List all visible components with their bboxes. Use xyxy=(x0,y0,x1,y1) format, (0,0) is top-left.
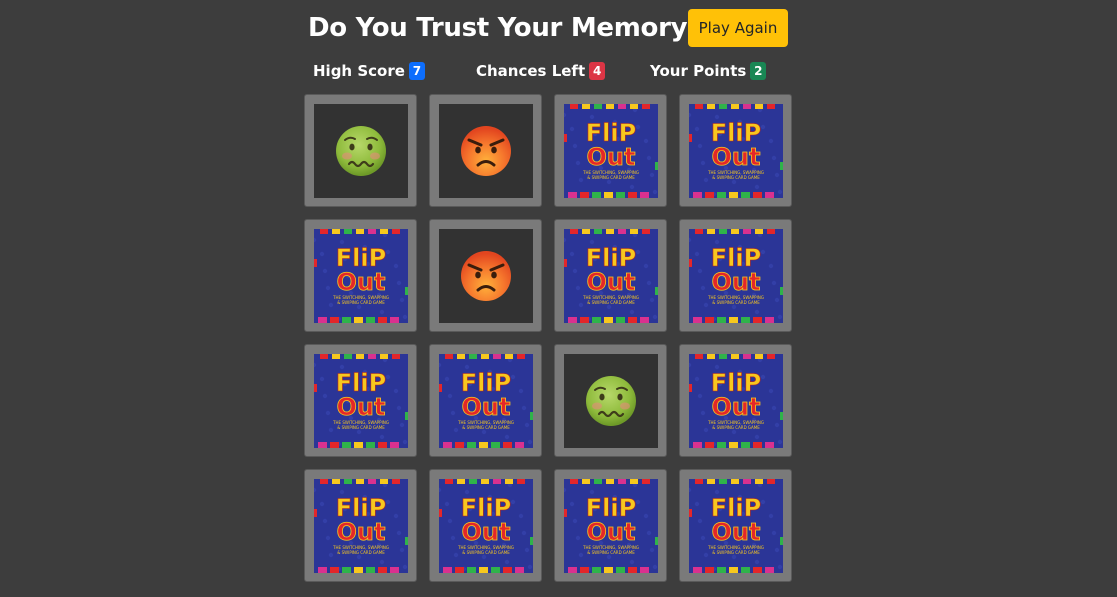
card-face-revealed xyxy=(564,354,658,448)
flip-out-logo-icon: FliPOutTHE SWITCHING, SWAPPING& SWIPING … xyxy=(564,229,658,323)
flip-out-logo-icon: FliPOutTHE SWITCHING, SWAPPING& SWIPING … xyxy=(689,104,783,198)
stats-bar: High Score 7 Chances Left 4 Your Points … xyxy=(0,60,1117,84)
logo-tagline-2: & SWIPING CARD GAME xyxy=(587,550,635,555)
flip-out-logo-icon: FliPOutTHE SWITCHING, SWAPPING& SWIPING … xyxy=(564,104,658,198)
memory-card[interactable]: FliP Out THE SWITCHING, SWAPPING & SWIPING … xyxy=(679,469,792,582)
memory-card[interactable] xyxy=(429,219,542,332)
card-face-revealed xyxy=(314,104,408,198)
logo-bottom-text: Out xyxy=(462,393,511,421)
logo-tagline-2: & SWIPING CARD GAME xyxy=(712,175,760,180)
logo-bottom-text: Out xyxy=(712,268,761,296)
logo-bottom-text: Out xyxy=(587,268,636,296)
memory-card[interactable]: FliP Out THE SWITCHING, SWAPPING & SWIPING … xyxy=(429,344,542,457)
card-back: FliP Out THE SWITCHING, SWAPPING & SWIPING … xyxy=(439,479,533,573)
logo-tagline-2: & SWIPING CARD GAME xyxy=(712,300,760,305)
card-back: FliP Out THE SWITCHING, SWAPPING & SWIPING … xyxy=(314,229,408,323)
memory-card[interactable] xyxy=(429,94,542,207)
card-grid: FliP Out THE SWITCHING, SWAPPING & SWIPING … xyxy=(304,94,793,583)
logo-bottom-text: Out xyxy=(712,143,761,171)
angry-face-icon xyxy=(461,251,511,301)
flip-out-logo-icon: FliPOutTHE SWITCHING, SWAPPING& SWIPING … xyxy=(314,229,408,323)
nauseated-face-icon xyxy=(586,376,636,426)
logo-bottom-text: Out xyxy=(587,518,636,546)
logo-bottom-text: Out xyxy=(337,393,386,421)
flip-out-logo-icon: FliPOutTHE SWITCHING, SWAPPING& SWIPING … xyxy=(564,479,658,573)
stat-label: Chances Left xyxy=(476,62,586,80)
chances-left-badge: 4 xyxy=(589,62,606,80)
flip-out-logo-icon: FliPOutTHE SWITCHING, SWAPPING& SWIPING … xyxy=(314,479,408,573)
flip-out-logo-icon: FliPOutTHE SWITCHING, SWAPPING& SWIPING … xyxy=(689,479,783,573)
logo-tagline-2: & SWIPING CARD GAME xyxy=(462,550,510,555)
flip-out-logo-icon: FliPOutTHE SWITCHING, SWAPPING& SWIPING … xyxy=(689,354,783,448)
memory-card[interactable]: FliP Out THE SWITCHING, SWAPPING & SWIPING … xyxy=(304,344,417,457)
stat-your-points: Your Points 2 xyxy=(650,60,767,82)
card-back: FliP Out THE SWITCHING, SWAPPING & SWIPING … xyxy=(314,479,408,573)
header: Do You Trust Your Memory ? Play Again xyxy=(0,0,1117,56)
memory-card[interactable]: FliP Out THE SWITCHING, SWAPPING & SWIPING … xyxy=(304,219,417,332)
logo-tagline-2: & SWIPING CARD GAME xyxy=(587,300,635,305)
memory-card[interactable]: FliP Out THE SWITCHING, SWAPPING & SWIPING … xyxy=(304,469,417,582)
memory-card[interactable]: FliP Out THE SWITCHING, SWAPPING & SWIPING … xyxy=(679,344,792,457)
play-again-button[interactable]: Play Again xyxy=(688,9,788,47)
logo-bottom-text: Out xyxy=(712,518,761,546)
memory-card[interactable] xyxy=(554,344,667,457)
flip-out-logo-icon: FliPOutTHE SWITCHING, SWAPPING& SWIPING … xyxy=(439,479,533,573)
card-back: FliP Out THE SWITCHING, SWAPPING & SWIPING … xyxy=(564,479,658,573)
card-face-revealed xyxy=(439,104,533,198)
flip-out-logo-icon: FliPOutTHE SWITCHING, SWAPPING& SWIPING … xyxy=(439,354,533,448)
card-back: FliP Out THE SWITCHING, SWAPPING & SWIPING … xyxy=(564,104,658,198)
card-back: FliP Out THE SWITCHING, SWAPPING & SWIPING … xyxy=(439,354,533,448)
stat-high-score: High Score 7 xyxy=(313,60,425,82)
logo-tagline-2: & SWIPING CARD GAME xyxy=(462,425,510,430)
logo-bottom-text: Out xyxy=(712,393,761,421)
logo-tagline-2: & SWIPING CARD GAME xyxy=(587,175,635,180)
card-back: FliP Out THE SWITCHING, SWAPPING & SWIPING … xyxy=(564,229,658,323)
memory-card[interactable]: FliP Out THE SWITCHING, SWAPPING & SWIPING … xyxy=(429,469,542,582)
logo-tagline-2: & SWIPING CARD GAME xyxy=(337,425,385,430)
logo-bottom-text: Out xyxy=(337,268,386,296)
logo-bottom-text: Out xyxy=(462,518,511,546)
logo-bottom-text: Out xyxy=(337,518,386,546)
card-back: FliP Out THE SWITCHING, SWAPPING & SWIPING … xyxy=(314,354,408,448)
logo-tagline-2: & SWIPING CARD GAME xyxy=(337,550,385,555)
high-score-badge: 7 xyxy=(408,62,425,80)
card-back: FliP Out THE SWITCHING, SWAPPING & SWIPING … xyxy=(689,479,783,573)
memory-card[interactable]: FliP Out THE SWITCHING, SWAPPING & SWIPING … xyxy=(679,219,792,332)
page-title: Do You Trust Your Memory ? xyxy=(308,13,711,43)
memory-card[interactable]: FliP Out THE SWITCHING, SWAPPING & SWIPING … xyxy=(554,219,667,332)
logo-tagline-2: & SWIPING CARD GAME xyxy=(712,425,760,430)
stat-label: High Score xyxy=(313,62,405,80)
stat-label: Your Points xyxy=(650,62,747,80)
memory-card[interactable]: FliP Out THE SWITCHING, SWAPPING & SWIPING … xyxy=(554,94,667,207)
logo-tagline-2: & SWIPING CARD GAME xyxy=(337,300,385,305)
angry-face-icon xyxy=(461,126,511,176)
card-face-revealed xyxy=(439,229,533,323)
your-points-badge: 2 xyxy=(750,62,767,80)
memory-card[interactable] xyxy=(304,94,417,207)
flip-out-logo-icon: FliPOutTHE SWITCHING, SWAPPING& SWIPING … xyxy=(689,229,783,323)
nauseated-face-icon xyxy=(336,126,386,176)
stat-chances-left: Chances Left 4 xyxy=(476,60,606,82)
card-back: FliP Out THE SWITCHING, SWAPPING & SWIPING … xyxy=(689,354,783,448)
card-back: FliP Out THE SWITCHING, SWAPPING & SWIPING … xyxy=(689,229,783,323)
flip-out-logo-icon: FliPOutTHE SWITCHING, SWAPPING& SWIPING … xyxy=(314,354,408,448)
card-back: FliP Out THE SWITCHING, SWAPPING & SWIPING … xyxy=(689,104,783,198)
logo-tagline-2: & SWIPING CARD GAME xyxy=(712,550,760,555)
memory-card[interactable]: FliP Out THE SWITCHING, SWAPPING & SWIPING … xyxy=(554,469,667,582)
logo-bottom-text: Out xyxy=(587,143,636,171)
memory-card[interactable]: FliP Out THE SWITCHING, SWAPPING & SWIPING … xyxy=(679,94,792,207)
